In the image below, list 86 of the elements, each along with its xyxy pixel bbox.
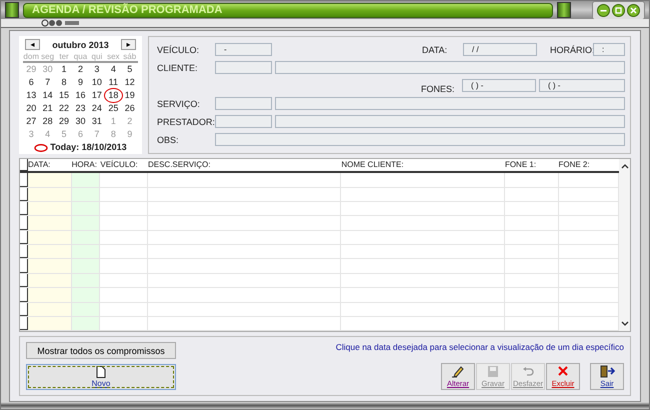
input-field[interactable] bbox=[215, 97, 272, 110]
calendar-day[interactable]: 27 bbox=[23, 115, 40, 128]
weekday-label: sáb bbox=[122, 52, 138, 62]
calendar-day[interactable]: 3 bbox=[88, 63, 106, 76]
calendar-day[interactable]: 26 bbox=[122, 102, 138, 116]
calendar-day[interactable]: 25 bbox=[105, 102, 122, 116]
calendar-day[interactable]: 23 bbox=[72, 102, 89, 116]
field-label: VEÍCULO: bbox=[157, 44, 200, 55]
calendar-day[interactable]: 17 bbox=[88, 89, 106, 102]
field-label: FONES: bbox=[421, 84, 456, 94]
field-label: PRESTADOR: bbox=[157, 116, 212, 127]
window-title: AGENDA / REVISÃO PROGRAMADA bbox=[23, 2, 553, 18]
calendar-day[interactable]: 18 bbox=[105, 89, 122, 102]
calendar-day[interactable]: 16 bbox=[72, 89, 89, 102]
pencil-icon bbox=[451, 365, 465, 378]
field-label: DATA: bbox=[422, 44, 448, 55]
toolbar-icons-drawing bbox=[41, 19, 81, 28]
calendar-day[interactable]: 1 bbox=[56, 63, 72, 76]
title-bar-ornament-icon bbox=[5, 2, 19, 18]
calendar-day[interactable]: 6 bbox=[23, 76, 40, 90]
calendar-day[interactable]: 4 bbox=[105, 63, 122, 76]
calendar-day[interactable]: 14 bbox=[39, 89, 56, 102]
calendar-day[interactable]: 21 bbox=[39, 102, 56, 116]
calendar-day[interactable]: 10 bbox=[88, 76, 106, 90]
calendar-day[interactable]: 8 bbox=[56, 76, 72, 90]
input-field[interactable] bbox=[215, 115, 272, 128]
column-header[interactable]: FONE 1: bbox=[504, 159, 558, 172]
close-icon[interactable] bbox=[627, 4, 640, 16]
calendar-day[interactable]: 12 bbox=[122, 76, 138, 90]
input-field[interactable] bbox=[275, 97, 625, 110]
input-field[interactable] bbox=[275, 61, 625, 74]
input-field[interactable] bbox=[215, 61, 272, 74]
weekday-label: ter bbox=[58, 52, 70, 62]
weekday-label: seg bbox=[40, 52, 56, 62]
calendar-day[interactable]: 20 bbox=[23, 102, 40, 116]
scroll-up-icon[interactable] bbox=[620, 163, 628, 170]
input-field[interactable]: / / bbox=[463, 43, 537, 56]
show-all-button[interactable]: Mostrar todos os compromissos bbox=[26, 342, 176, 360]
today-link[interactable]: Today: 18/10/2013 bbox=[50, 142, 127, 152]
calendar-day[interactable]: 15 bbox=[56, 89, 72, 102]
exit-door-icon bbox=[599, 365, 615, 378]
month-title: outubro 2013 bbox=[52, 40, 109, 50]
calendar-day[interactable]: 2 bbox=[72, 63, 89, 76]
column-header[interactable]: DESC.SERVIÇO: bbox=[148, 159, 342, 172]
calendar-day[interactable]: 31 bbox=[88, 115, 106, 128]
calendar-day[interactable]: 24 bbox=[88, 102, 106, 116]
calendar-day[interactable]: 28 bbox=[39, 115, 56, 128]
column-header[interactable]: FONE 2: bbox=[558, 159, 619, 172]
input-field[interactable]: : bbox=[593, 43, 625, 56]
input-field[interactable] bbox=[215, 133, 625, 146]
input-field[interactable]: ( ) - bbox=[539, 79, 625, 92]
field-label: SERVIÇO: bbox=[157, 98, 201, 109]
maximize-icon[interactable] bbox=[612, 4, 625, 16]
x-icon bbox=[556, 365, 570, 378]
scroll-down-icon[interactable] bbox=[620, 321, 628, 328]
calendar-day[interactable]: 13 bbox=[23, 89, 40, 102]
weekday-label: dom bbox=[23, 52, 40, 62]
today-circle-icon bbox=[34, 142, 48, 152]
column-header[interactable]: NOME CLIENTE: bbox=[341, 159, 505, 172]
new-button[interactable]: Novo bbox=[26, 364, 176, 390]
weekday-label: qua bbox=[72, 52, 88, 62]
previous-month-button[interactable]: ◂ bbox=[25, 39, 40, 50]
next-month-button[interactable]: ▸ bbox=[120, 39, 136, 50]
column-header[interactable]: VEÍCULO: bbox=[100, 159, 148, 172]
input-field[interactable]: - bbox=[215, 43, 272, 56]
column-header[interactable]: HORA: bbox=[72, 159, 100, 172]
minimize-icon[interactable] bbox=[597, 4, 610, 16]
calendar-day[interactable]: 9 bbox=[72, 76, 89, 90]
weekday-label: qui bbox=[90, 52, 104, 62]
weekday-label: sex bbox=[106, 52, 121, 62]
field-label: CLIENTE: bbox=[157, 62, 199, 73]
column-header[interactable]: DATA: bbox=[28, 159, 72, 172]
calendar-day[interactable]: 11 bbox=[105, 76, 122, 90]
calendar-day[interactable]: 22 bbox=[56, 102, 72, 116]
title-bar-ornament-icon bbox=[557, 2, 571, 18]
undo-icon bbox=[521, 365, 535, 378]
input-field[interactable]: ( ) - bbox=[462, 79, 536, 92]
calendar-day[interactable]: 5 bbox=[122, 63, 138, 76]
input-field[interactable] bbox=[275, 115, 625, 128]
calendar-day[interactable]: 29 bbox=[56, 115, 72, 128]
field-label: OBS: bbox=[157, 134, 180, 145]
hint-text: Clique na data desejada para selecionar a visualização de um dia específico bbox=[336, 342, 624, 352]
calendar-day[interactable]: 7 bbox=[39, 76, 56, 90]
calendar-day[interactable]: 30 bbox=[72, 115, 89, 128]
calendar-day[interactable]: 19 bbox=[122, 89, 138, 102]
document-icon bbox=[96, 366, 106, 378]
